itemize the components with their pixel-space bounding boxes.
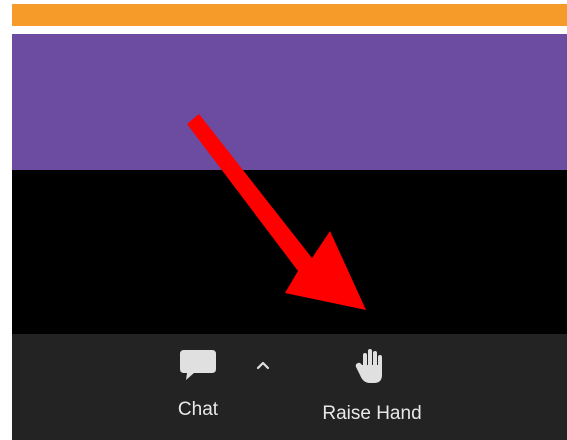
- caret-up-icon: [254, 359, 272, 376]
- purple-banner: [12, 34, 567, 170]
- screenshot: Chat Raise Hand: [0, 0, 567, 440]
- chat-options-caret[interactable]: [254, 358, 272, 372]
- chat-button[interactable]: Chat: [170, 348, 226, 421]
- left-margin: [0, 0, 12, 440]
- header-divider: [12, 26, 567, 34]
- raise-hand-label: Raise Hand: [322, 403, 422, 424]
- chat-label: Chat: [177, 399, 219, 420]
- video-area: [12, 170, 567, 334]
- raise-hand-button[interactable]: Raise Hand: [308, 348, 436, 425]
- meeting-toolbar: Chat Raise Hand: [12, 334, 567, 440]
- chat-bubble-icon: [170, 348, 226, 387]
- raised-hand-icon: [308, 348, 436, 391]
- orange-header-bar: [12, 4, 567, 26]
